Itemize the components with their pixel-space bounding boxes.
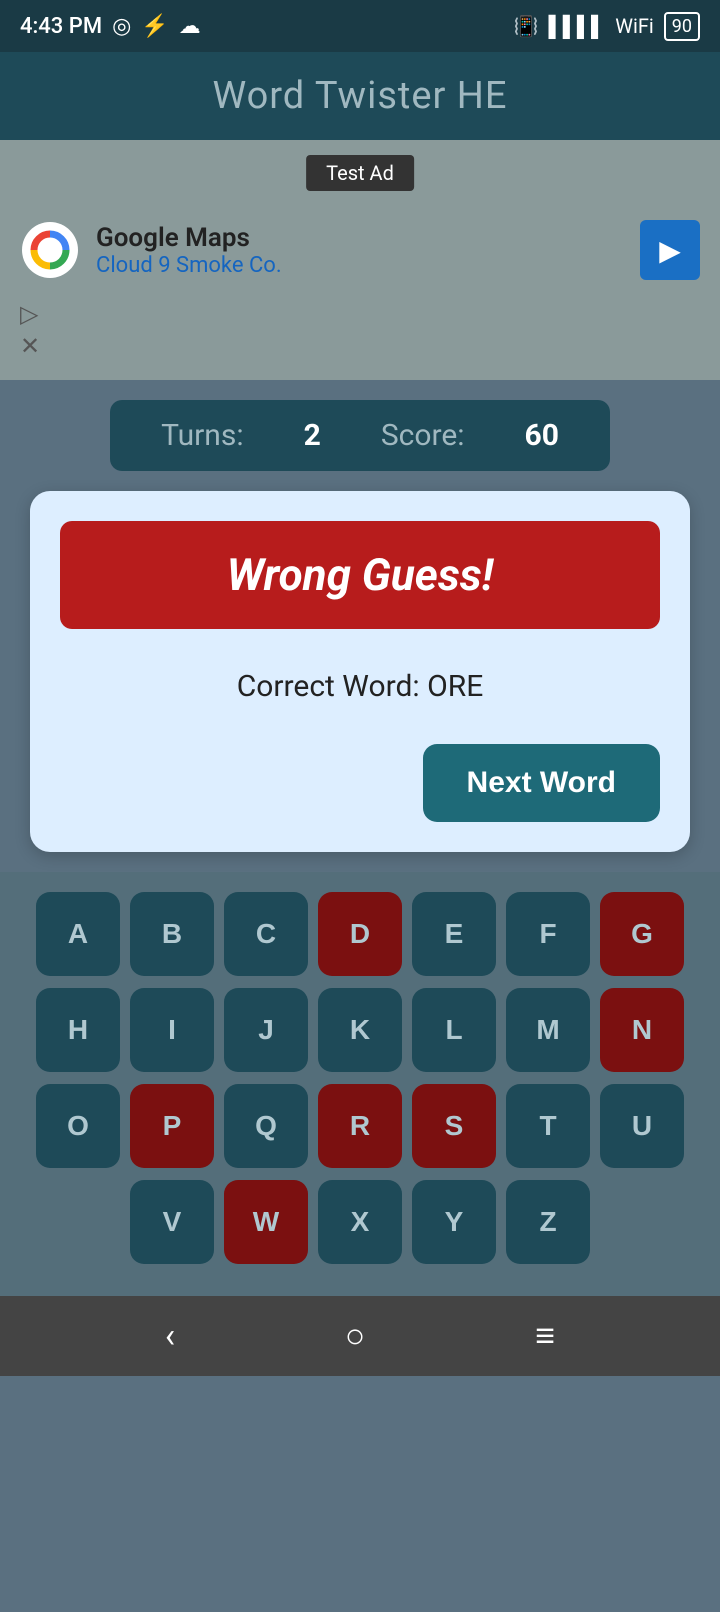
key-l[interactable]: L: [412, 988, 496, 1072]
key-u[interactable]: U: [600, 1084, 684, 1168]
next-word-row: Next Word: [60, 744, 660, 822]
whatsapp-icon: ◎: [112, 14, 131, 39]
key-n[interactable]: N: [600, 988, 684, 1072]
key-b[interactable]: B: [130, 892, 214, 976]
key-f[interactable]: F: [506, 892, 590, 976]
key-z[interactable]: Z: [506, 1180, 590, 1264]
turns-label: Turns:: [161, 418, 244, 453]
play-icon: ▷: [20, 300, 700, 328]
key-o[interactable]: O: [36, 1084, 120, 1168]
ad-label: Test Ad: [306, 155, 414, 191]
key-q[interactable]: Q: [224, 1084, 308, 1168]
correct-word-value: ORE: [427, 669, 483, 704]
home-nav-icon[interactable]: ○: [345, 1316, 366, 1356]
key-a[interactable]: A: [36, 892, 120, 976]
keyboard-area: ABCDEFG HIJKLMN OPQRSTU VWXYZ: [0, 872, 720, 1296]
key-t[interactable]: T: [506, 1084, 590, 1168]
next-word-button[interactable]: Next Word: [423, 744, 660, 822]
key-x[interactable]: X: [318, 1180, 402, 1264]
key-k[interactable]: K: [318, 988, 402, 1072]
key-c[interactable]: C: [224, 892, 308, 976]
key-e[interactable]: E: [412, 892, 496, 976]
dialog-card: Wrong Guess! Correct Word: ORE Next Word: [30, 491, 690, 852]
ad-arrow-button[interactable]: ▶: [640, 220, 700, 280]
ad-banner: Test Ad Google Maps Cloud 9 Smoke Co. ▶ …: [0, 140, 720, 380]
key-y[interactable]: Y: [412, 1180, 496, 1264]
status-bar: 4:43 PM ◎ ⚡ ☁ 📳 ▌▌▌▌ WiFi 90: [0, 0, 720, 52]
keyboard-row-3: VWXYZ: [10, 1180, 710, 1264]
back-nav-icon[interactable]: ‹: [165, 1316, 175, 1356]
app-title: Word Twister HE: [212, 74, 507, 118]
vibrate-icon: 📳: [514, 14, 539, 38]
key-i[interactable]: I: [130, 988, 214, 1072]
ad-content: Google Maps Cloud 9 Smoke Co. ▶: [20, 210, 700, 290]
wrong-guess-text: Wrong Guess!: [227, 549, 494, 601]
key-g[interactable]: G: [600, 892, 684, 976]
key-r[interactable]: R: [318, 1084, 402, 1168]
keyboard-row-2: OPQRSTU: [10, 1084, 710, 1168]
google-logo-icon: [20, 220, 80, 280]
time-display: 4:43 PM: [20, 14, 102, 39]
wifi-icon: WiFi: [615, 14, 654, 38]
key-w[interactable]: W: [224, 1180, 308, 1264]
ad-subtitle: Cloud 9 Smoke Co.: [96, 253, 282, 278]
score-value: 60: [525, 418, 559, 453]
battery-indicator: 90: [664, 12, 700, 41]
key-p[interactable]: P: [130, 1084, 214, 1168]
ad-company: Google Maps: [96, 223, 282, 253]
keyboard-row-0: ABCDEFG: [10, 892, 710, 976]
turns-value: 2: [304, 418, 321, 453]
key-j[interactable]: J: [224, 988, 308, 1072]
app-header: Word Twister HE: [0, 52, 720, 140]
status-right: 📳 ▌▌▌▌ WiFi 90: [514, 12, 700, 41]
ad-left: Google Maps Cloud 9 Smoke Co.: [20, 220, 282, 280]
signal-icon: ▌▌▌▌: [549, 14, 606, 39]
arrow-right-icon: ▶: [659, 234, 681, 267]
correct-word-display: Correct Word: ORE: [60, 659, 660, 714]
nav-bar: ‹ ○ ≡: [0, 1296, 720, 1376]
score-bar: Turns: 2 Score: 60: [110, 400, 610, 471]
close-icon: ✕: [20, 332, 700, 360]
wrong-guess-banner: Wrong Guess!: [60, 521, 660, 629]
score-label: Score:: [381, 418, 465, 453]
correct-word-prefix: Correct Word:: [237, 669, 427, 704]
key-v[interactable]: V: [130, 1180, 214, 1264]
ad-text-block: Google Maps Cloud 9 Smoke Co.: [96, 223, 282, 278]
status-left: 4:43 PM ◎ ⚡ ☁: [20, 14, 201, 39]
cloud-icon: ☁: [179, 14, 201, 39]
menu-nav-icon[interactable]: ≡: [535, 1316, 555, 1356]
keyboard-row-1: HIJKLMN: [10, 988, 710, 1072]
key-m[interactable]: M: [506, 988, 590, 1072]
key-d[interactable]: D: [318, 892, 402, 976]
ad-controls: ▷ ✕: [20, 300, 700, 360]
usb-icon: ⚡: [141, 14, 168, 39]
key-s[interactable]: S: [412, 1084, 496, 1168]
key-h[interactable]: H: [36, 988, 120, 1072]
